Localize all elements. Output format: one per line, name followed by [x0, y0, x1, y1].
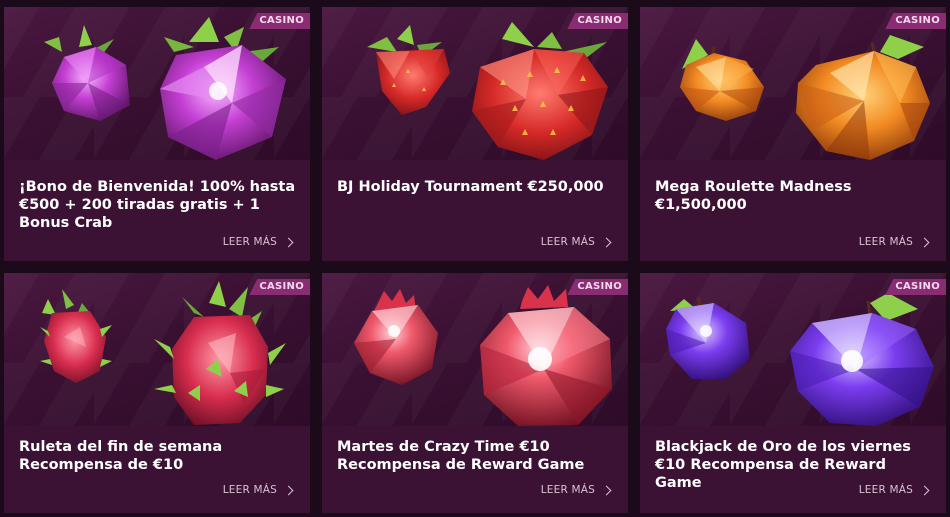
promo-image-strawberry — [322, 7, 628, 160]
chevron-right-icon — [283, 485, 294, 495]
promo-card-bj-holiday[interactable]: CASINO BJ Holiday Tournament €250,000 LE… — [322, 7, 628, 261]
promo-title: Martes de Crazy Time €10 Recompensa de R… — [337, 439, 585, 473]
read-more-link[interactable]: LEER MÁS — [540, 236, 612, 248]
read-more-link[interactable]: LEER MÁS — [858, 484, 930, 496]
promotions-grid: CASINO ¡Bono de Bienvenida! 100% hasta €… — [0, 0, 950, 517]
casino-badge: CASINO — [249, 279, 310, 295]
read-more-label: LEER MÁS — [540, 236, 595, 248]
promo-image-pomegranate — [322, 273, 628, 426]
read-more-label: LEER MÁS — [222, 484, 277, 496]
read-more-link[interactable]: LEER MÁS — [222, 484, 294, 496]
promo-title: ¡Bono de Bienvenida! 100% hasta €500 + 2… — [19, 179, 296, 231]
chevron-right-icon — [283, 237, 294, 247]
promo-title: Mega Roulette Madness €1,500,000 — [655, 179, 852, 213]
promo-card-welcome-bonus[interactable]: CASINO ¡Bono de Bienvenida! 100% hasta €… — [4, 7, 310, 261]
promo-title: BJ Holiday Tournament €250,000 — [337, 179, 604, 195]
chevron-right-icon — [919, 237, 930, 247]
promo-image-orange — [640, 7, 946, 160]
promo-card-blackjack-oro[interactable]: CASINO Blackjack de Oro de los viernes €… — [640, 273, 946, 513]
read-more-label: LEER MÁS — [858, 484, 913, 496]
chevron-right-icon — [919, 485, 930, 495]
promo-card-body: Ruleta del fin de semana Recompensa de €… — [4, 426, 310, 513]
read-more-label: LEER MÁS — [222, 236, 277, 248]
casino-badge: CASINO — [249, 13, 310, 29]
promo-card-weekend-roulette[interactable]: CASINO Ruleta del fin de semana Recompen… — [4, 273, 310, 513]
casino-badge: CASINO — [885, 13, 946, 29]
read-more-link[interactable]: LEER MÁS — [858, 236, 930, 248]
read-more-label: LEER MÁS — [858, 236, 913, 248]
promo-card-body: ¡Bono de Bienvenida! 100% hasta €500 + 2… — [4, 160, 310, 261]
read-more-label: LEER MÁS — [540, 484, 595, 496]
promo-image-raspberry — [4, 7, 310, 160]
promo-title: Ruleta del fin de semana Recompensa de €… — [19, 439, 223, 473]
chevron-right-icon — [601, 485, 612, 495]
promo-image-dragonfruit — [4, 273, 310, 426]
promo-card-mega-roulette[interactable]: CASINO Mega Roulette Madness €1,500,000 … — [640, 7, 946, 261]
chevron-right-icon — [601, 237, 612, 247]
casino-badge: CASINO — [567, 13, 628, 29]
promo-card-body: BJ Holiday Tournament €250,000 LEER MÁS — [322, 160, 628, 261]
promo-card-body: Blackjack de Oro de los viernes €10 Reco… — [640, 426, 946, 513]
read-more-link[interactable]: LEER MÁS — [222, 236, 294, 248]
promo-card-body: Martes de Crazy Time €10 Recompensa de R… — [322, 426, 628, 513]
read-more-link[interactable]: LEER MÁS — [540, 484, 612, 496]
casino-badge: CASINO — [567, 279, 628, 295]
casino-badge: CASINO — [885, 279, 946, 295]
promo-card-body: Mega Roulette Madness €1,500,000 LEER MÁ… — [640, 160, 946, 261]
promo-card-crazy-time[interactable]: CASINO Martes de Crazy Time €10 Recompen… — [322, 273, 628, 513]
promo-image-plum — [640, 273, 946, 426]
